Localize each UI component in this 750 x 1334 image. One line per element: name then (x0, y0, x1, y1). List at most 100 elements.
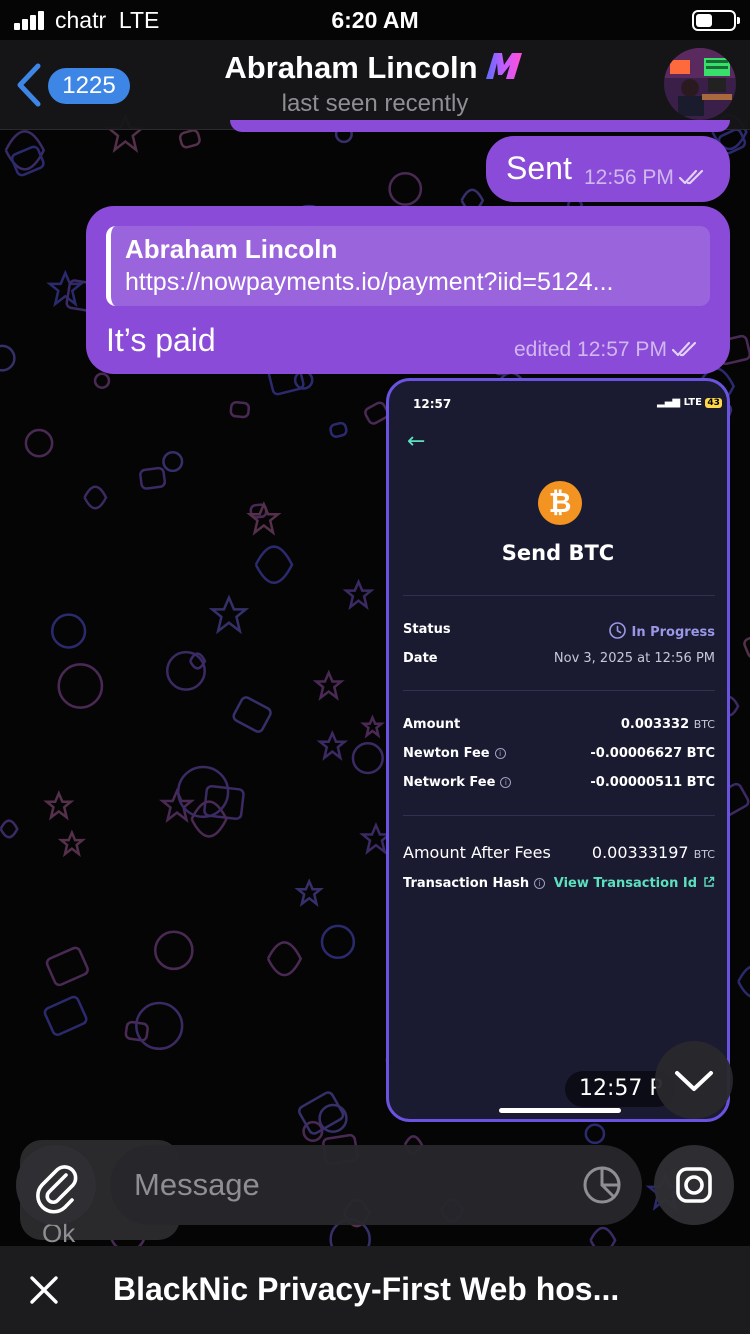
phone-status-icons: ▂▄▆ LTE 43 (657, 397, 722, 408)
amount-label: Amount (403, 717, 461, 732)
last-seen-status: last seen recently (281, 90, 469, 117)
bitcoin-icon: ₿ (538, 481, 582, 525)
doodle-shape (294, 878, 324, 908)
clock: 6:20 AM (331, 7, 419, 33)
doodle-shape (360, 714, 385, 739)
banner-text: BlackNic Privacy-First Web hos... (113, 1271, 620, 1307)
doodle-shape (351, 741, 384, 775)
doodle-shape (93, 372, 111, 389)
phone-clock: 12:57 (413, 397, 452, 411)
outgoing-message[interactable]: Sent 12:56 PM (486, 136, 730, 202)
reply-quote[interactable]: Abraham Lincoln https://nowpayments.io/p… (106, 226, 710, 306)
network-fee-value: -0.00000511 BTC (590, 775, 715, 790)
newton-fee-value: -0.00006627 BTC (590, 746, 715, 761)
doodle-shape (0, 819, 19, 839)
doodle-shape (388, 172, 423, 206)
amount-unit: BTC (693, 718, 715, 731)
message-time: 12:56 PM (584, 166, 674, 189)
sponsored-banner[interactable]: BlackNic Privacy-First Web hos... (0, 1246, 750, 1334)
doodle-shape (342, 578, 375, 611)
doodle-shape (154, 930, 194, 971)
message-meta: 12:56 PM (584, 166, 706, 190)
doodle-shape (178, 129, 201, 149)
doodle-shape (57, 829, 87, 858)
doodle-shape (208, 594, 250, 635)
doodle-shape (50, 613, 87, 649)
doodle-shape (329, 421, 348, 438)
hash-label: Transaction Hash (403, 876, 530, 891)
contact-name: Abraham Lincoln (224, 50, 478, 85)
doodle-shape (320, 924, 356, 960)
phone-network: LTE (683, 397, 702, 408)
doodle-shape (162, 451, 184, 473)
message-input[interactable]: Message (110, 1145, 642, 1225)
view-transaction-link: View Transaction Id (553, 876, 697, 891)
doodle-shape (135, 1001, 184, 1051)
chat-title[interactable]: Abraham Lincoln (0, 50, 750, 86)
status-label: Status (403, 622, 451, 637)
divider (403, 815, 715, 816)
avatar[interactable] (664, 48, 736, 120)
message-meta: edited 12:57 PM (514, 338, 699, 362)
attach-button[interactable] (16, 1145, 96, 1225)
chevron-down-icon (675, 1071, 713, 1091)
sticker-icon[interactable] (580, 1163, 624, 1207)
message-text: Sent (506, 150, 572, 186)
doodle-shape (10, 145, 45, 177)
doodle-shape (177, 765, 230, 819)
doodle-shape (232, 696, 272, 733)
double-check-icon (678, 169, 703, 185)
quoted-link: https://nowpayments.io/payment?iid=5124.… (125, 268, 614, 296)
arrow-left-icon: ← (407, 429, 426, 454)
message-placeholder: Message (134, 1167, 260, 1202)
purple-m-emoji-icon (485, 53, 522, 79)
doodle-shape (254, 545, 294, 584)
doodle-shape (737, 965, 750, 998)
doodle-shape (246, 501, 282, 536)
previous-message-bubble (230, 120, 730, 132)
image-message-screenshot[interactable]: 12:57 ▂▄▆ LTE 43 ← ₿ Send BTC Status In … (386, 378, 730, 1122)
doodle-shape (45, 946, 89, 987)
date-label: Date (403, 651, 438, 666)
phone-battery: 43 (705, 398, 722, 408)
camera-icon (676, 1167, 712, 1203)
message-edited-time: edited 12:57 PM (514, 338, 667, 361)
camera-button[interactable] (654, 1145, 734, 1225)
transaction-title: Send BTC (501, 541, 615, 565)
close-icon[interactable] (26, 1272, 62, 1308)
info-icon: i (534, 878, 546, 889)
home-indicator (499, 1108, 621, 1113)
divider (403, 690, 715, 691)
paperclip-icon (36, 1165, 78, 1214)
status-bar: chatr LTE 6:20 AM (0, 0, 750, 40)
after-fees-unit: BTC (693, 848, 715, 861)
chat-header: 1225 Abraham Lincoln last seen recently (0, 40, 750, 130)
double-check-icon (671, 341, 697, 357)
doodle-shape (165, 650, 206, 691)
doodle-shape (24, 428, 54, 458)
doodle-shape (229, 401, 251, 419)
info-icon: i (494, 748, 506, 759)
status-value: In Progress (631, 625, 716, 640)
clock-icon (608, 622, 626, 639)
battery-icon (692, 10, 740, 31)
doodle-shape (83, 485, 108, 510)
outgoing-reply-message[interactable]: Abraham Lincoln https://nowpayments.io/p… (86, 206, 730, 374)
date-value: Nov 3, 2025 at 12:56 PM (553, 651, 715, 666)
doodle-shape (158, 787, 196, 823)
avatar-image (664, 48, 736, 120)
doodle-shape (0, 344, 16, 372)
doodle-shape (584, 1123, 606, 1145)
after-fees-label: Amount After Fees (403, 843, 551, 862)
amount-value: 0.003332 (620, 717, 690, 732)
message-text: It’s paid (106, 322, 216, 358)
doodle-shape (139, 466, 167, 490)
doodle-shape (43, 790, 75, 821)
after-fees-value: 0.00333197 (591, 843, 689, 862)
doodle-shape (57, 663, 104, 709)
quoted-sender-name: Abraham Lincoln (125, 234, 338, 264)
network-fee-label: Network Fee (403, 775, 496, 790)
doodle-shape (266, 941, 303, 977)
divider (403, 595, 715, 596)
scroll-to-bottom-button[interactable] (655, 1041, 733, 1119)
